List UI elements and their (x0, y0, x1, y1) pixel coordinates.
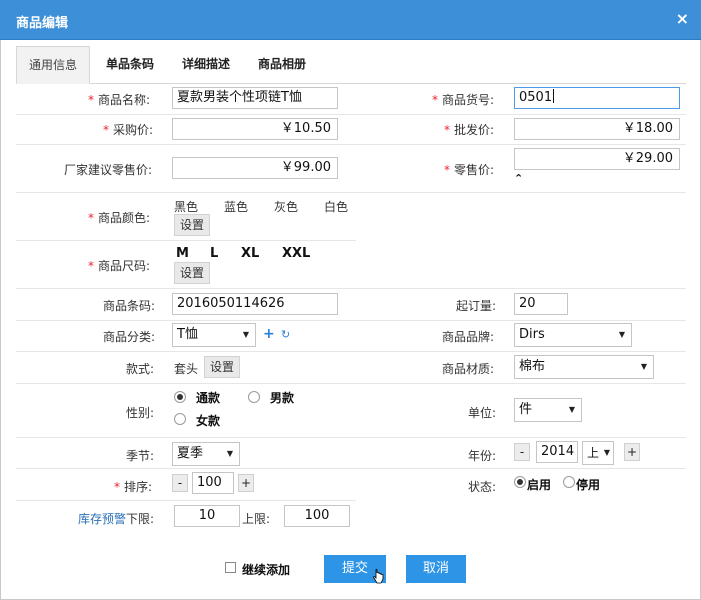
brand-select[interactable]: Dirs ▼ (514, 323, 632, 347)
gender-option: 女款 (196, 414, 221, 428)
dropdown-arrow-icon: ▼ (568, 405, 575, 414)
continue-add-label: 继续添加 (242, 563, 291, 577)
msrp-label: 厂家建议零售价: (64, 163, 153, 177)
sort-increment-button[interactable]: + (238, 474, 254, 492)
row-divider (16, 468, 686, 469)
name-label: * 商品名称: (88, 93, 151, 107)
year-label: 年份: (468, 449, 497, 463)
continue-add-checkbox[interactable] (225, 562, 236, 573)
sku-input[interactable]: 0501 (514, 87, 680, 109)
size-option: M (176, 246, 189, 261)
status-label: 状态: (468, 480, 497, 494)
min-order-label: 起订量: (456, 299, 497, 313)
season-label: 季节: (126, 449, 155, 463)
year-input[interactable]: 2014 (536, 441, 578, 463)
tab-bar: 通用信息 单品条码 详细描述 商品相册 (16, 46, 686, 84)
wholesale-price-label: * 批发价: (444, 123, 495, 137)
style-set-button[interactable]: 设置 (204, 356, 241, 378)
row-divider (16, 351, 686, 352)
size-option: XXL (282, 246, 311, 261)
min-order-input[interactable]: 20 (514, 293, 568, 315)
msrp-input[interactable]: ￥99.00 (172, 157, 338, 179)
cancel-button[interactable]: 取消 (406, 555, 466, 583)
purchase-price-label: * 采购价: (103, 123, 154, 137)
style-label: 款式: (126, 362, 155, 376)
sort-label: * 排序: (114, 480, 153, 494)
row-divider (16, 192, 686, 193)
sizes-set-button[interactable]: 设置 (174, 262, 211, 284)
gender-option: 男款 (270, 391, 295, 405)
refresh-icon[interactable]: ↻ (281, 328, 290, 341)
retail-price-label: * 零售价: (444, 163, 495, 177)
stock-lower-input[interactable]: 10 (174, 505, 240, 527)
row-divider (16, 240, 356, 241)
sku-label: * 商品货号: (432, 93, 495, 107)
hand-cursor-icon (373, 569, 384, 584)
row-divider (16, 288, 686, 289)
tab-barcodes[interactable]: 单品条码 (94, 46, 166, 84)
colors-label: * 商品颜色: (88, 211, 151, 225)
tab-general[interactable]: 通用信息 (16, 46, 90, 84)
dialog-title: 商品编辑 (16, 16, 69, 31)
tab-album[interactable]: 商品相册 (246, 46, 318, 84)
unit-select[interactable]: 件 ▼ (514, 398, 582, 422)
add-category-icon[interactable]: + (263, 326, 275, 342)
color-option: 灰色 (274, 200, 299, 214)
material-select[interactable]: 棉布 ▼ (514, 355, 654, 379)
sort-decrement-button[interactable]: - (172, 474, 188, 492)
color-option: 白色 (324, 200, 349, 214)
year-half-select[interactable]: 上 ▼ (582, 441, 614, 465)
status-option: 启用 (527, 478, 552, 492)
color-option: 蓝色 (224, 200, 249, 214)
sizes-label: * 商品尺码: (88, 259, 151, 273)
name-input[interactable]: 夏款男装个性项链T恤 (172, 87, 338, 109)
stock-upper-input[interactable]: 100 (284, 505, 350, 527)
stock-alert-label: 库存预警下限: (78, 512, 155, 526)
sort-input[interactable]: 100 (192, 472, 234, 494)
category-label: 商品分类: (103, 330, 156, 344)
close-icon[interactable]: × (676, 10, 689, 28)
status-radio-enabled[interactable] (514, 476, 526, 488)
status-radio-disabled[interactable] (563, 476, 575, 488)
row-divider (16, 320, 686, 321)
dropdown-arrow-icon: ▼ (226, 449, 233, 458)
material-label: 商品材质: (442, 362, 495, 376)
expand-icon[interactable]: ⌃ (514, 172, 523, 185)
gender-option: 通款 (196, 391, 221, 405)
stock-upper-label: 上限: (242, 512, 271, 526)
purchase-price-input[interactable]: ￥10.50 (172, 118, 338, 140)
colors-set-button[interactable]: 设置 (174, 214, 211, 236)
dropdown-arrow-icon: ▼ (618, 330, 625, 339)
gender-radio-female[interactable] (174, 413, 186, 425)
size-option: XL (241, 246, 260, 261)
row-divider (16, 114, 686, 115)
dropdown-arrow-icon: ▼ (640, 362, 647, 371)
season-select[interactable]: 夏季 ▼ (172, 442, 240, 466)
tab-description[interactable]: 详细描述 (170, 46, 242, 84)
status-option: 停用 (576, 478, 601, 492)
gender-label: 性别: (126, 406, 155, 420)
brand-label: 商品品牌: (442, 330, 495, 344)
retail-price-input[interactable]: ￥29.00 (514, 148, 680, 170)
gender-radio-male[interactable] (248, 391, 260, 403)
year-increment-button[interactable]: + (624, 443, 640, 461)
dropdown-arrow-icon: ▼ (242, 330, 249, 339)
row-divider (16, 383, 686, 384)
row-divider (16, 144, 686, 145)
category-select[interactable]: T恤 ▼ (172, 323, 256, 347)
size-option: L (210, 246, 219, 261)
style-value: 套头 (174, 362, 199, 376)
gender-radio-unisex[interactable] (174, 391, 186, 403)
barcode-label: 商品条码: (103, 299, 156, 313)
unit-label: 单位: (468, 406, 497, 420)
row-divider (16, 500, 356, 501)
row-divider (16, 437, 686, 438)
barcode-input[interactable]: 2016050114626 (172, 293, 338, 315)
year-decrement-button[interactable]: - (514, 443, 530, 461)
dropdown-arrow-icon: ▼ (603, 448, 610, 457)
color-option: 黑色 (174, 200, 199, 214)
wholesale-price-input[interactable]: ￥18.00 (514, 118, 680, 140)
dialog-titlebar: 商品编辑 × (0, 0, 701, 40)
